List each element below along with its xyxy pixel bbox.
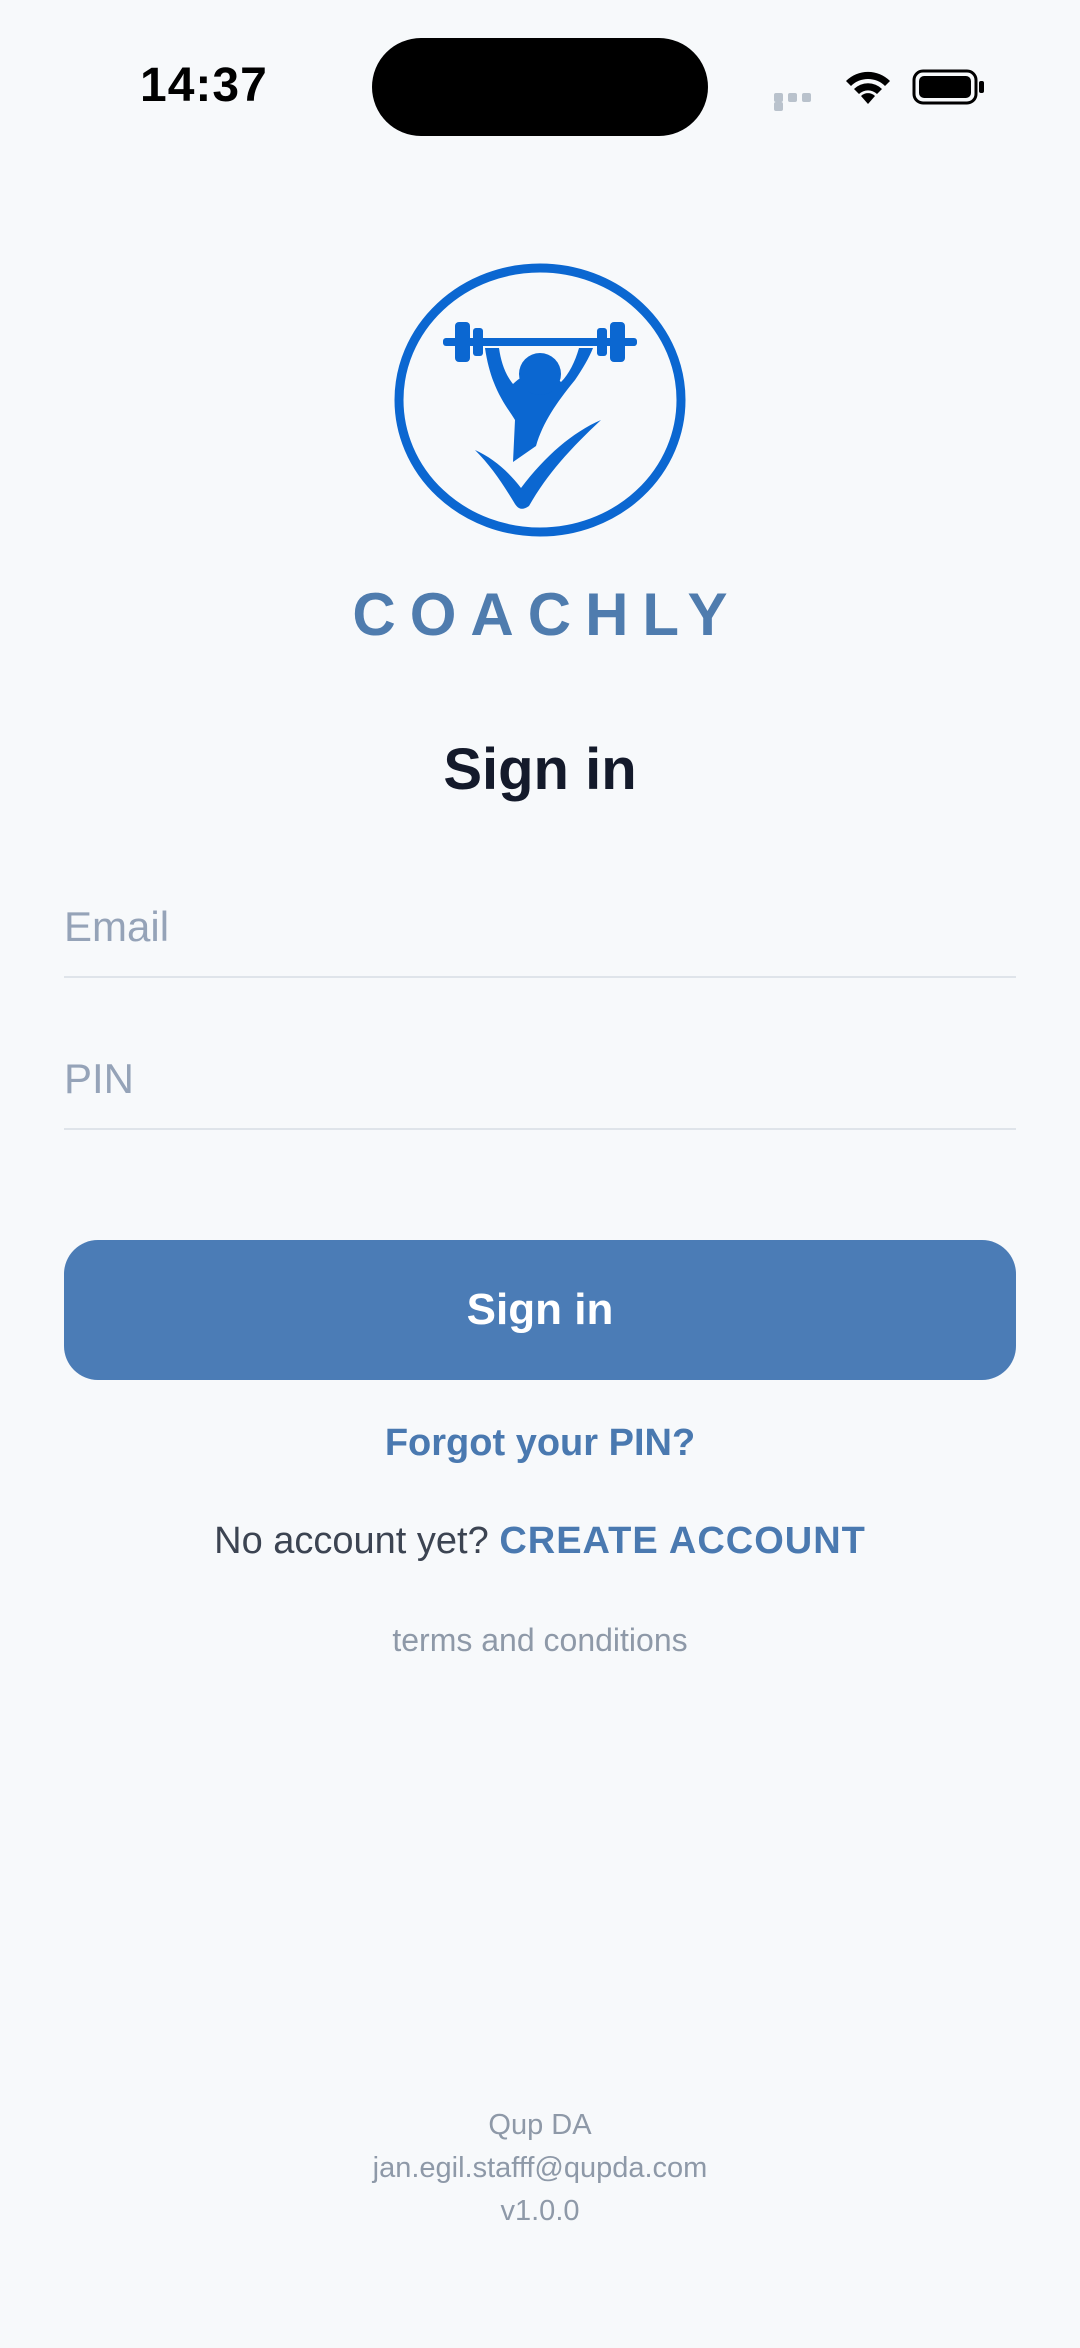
terms-link[interactable]: terms and conditions	[392, 1622, 687, 1658]
brand-name: COACHLY	[352, 581, 742, 648]
forgot-pin-link[interactable]: Forgot your PIN?	[385, 1422, 695, 1464]
status-time: 14:37	[140, 59, 268, 112]
pin-field[interactable]	[64, 1030, 1016, 1130]
terms-row: terms and conditions	[0, 1622, 1080, 1659]
create-account-link[interactable]: CREATE ACCOUNT	[499, 1520, 866, 1562]
sign-in-button[interactable]: Sign in	[64, 1240, 1016, 1380]
create-account-row: No account yet? CREATE ACCOUNT	[0, 1520, 1080, 1563]
footer: Qup DA jan.egil.stafff@qupda.com v1.0.0	[0, 2104, 1080, 2233]
footer-version: v1.0.0	[500, 2195, 580, 2227]
footer-email: jan.egil.stafff@qupda.com	[372, 2152, 708, 2184]
wifi-icon	[846, 71, 890, 104]
page-title: Sign in	[443, 737, 637, 802]
sign-in-screen: 14:37 COACHLY Sign in Sign in Forgot you…	[0, 0, 1080, 2348]
forgot-pin-row: Forgot your PIN?	[0, 1422, 1080, 1465]
no-account-prompt: No account yet?	[214, 1520, 489, 1562]
email-field[interactable]	[64, 878, 1016, 978]
dynamic-island	[372, 38, 708, 136]
cellular-signal-icon	[774, 93, 828, 111]
coachly-logo-icon	[394, 263, 686, 537]
footer-company: Qup DA	[488, 2109, 592, 2141]
battery-icon	[912, 69, 984, 105]
